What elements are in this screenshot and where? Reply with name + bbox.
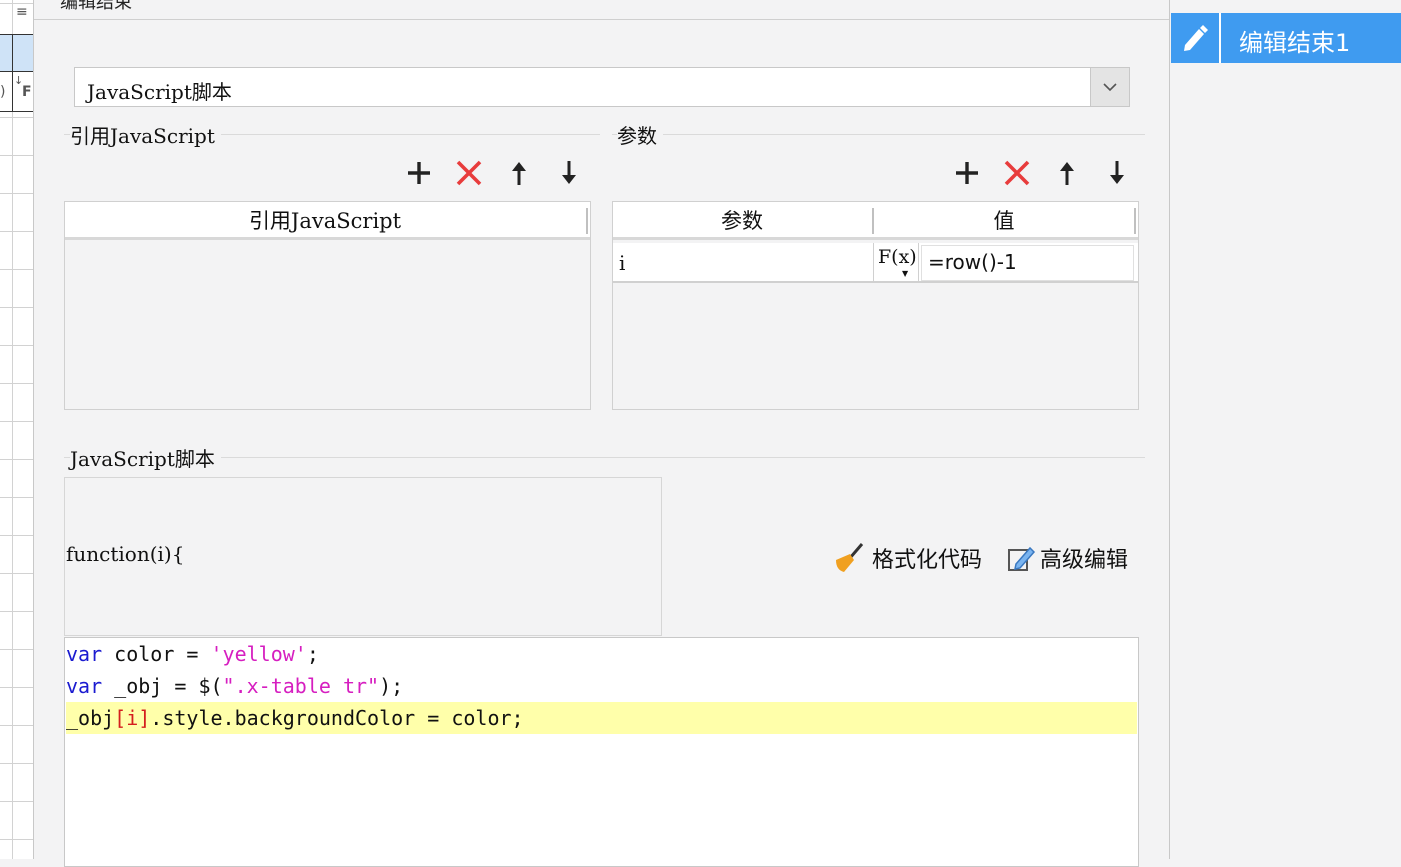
code-token: var — [66, 642, 103, 666]
advanced-edit-label: 高级编辑 — [1040, 548, 1129, 573]
move-down-ref-js-button[interactable] — [552, 156, 586, 190]
event-type-value: JavaScript脚本 — [87, 80, 232, 104]
ref-js-column-header[interactable]: 引用JavaScript — [65, 202, 585, 240]
event-tab-edit-end[interactable]: 编辑结束1 — [1171, 13, 1401, 63]
small-dropdown-icon: ▼ — [902, 269, 909, 278]
menu-lines-icon: ≡ — [16, 4, 28, 20]
delete-param-button[interactable] — [1000, 156, 1034, 190]
delete-ref-js-button[interactable] — [452, 156, 486, 190]
code-line-1[interactable]: var color = 'yellow'; — [66, 638, 1137, 670]
ref-js-table-header: 引用JavaScript — [65, 202, 590, 240]
plus-icon — [408, 162, 430, 184]
section-divider — [64, 457, 1145, 458]
cell-formula-f-icon: F — [22, 84, 32, 100]
plus-icon — [956, 162, 978, 184]
move-up-ref-js-button[interactable] — [502, 156, 536, 190]
chevron-down-icon — [1103, 83, 1117, 92]
delete-x-icon — [456, 160, 482, 186]
dialog-title-bar: 编辑结束 — [34, 0, 1169, 20]
format-code-button[interactable]: 格式化代码 — [832, 542, 992, 574]
column-separator — [586, 208, 588, 234]
grid-line — [12, 34, 13, 112]
param-value-column-header[interactable]: 值 — [875, 202, 1133, 240]
arrow-down-icon — [1110, 161, 1124, 184]
add-param-button[interactable] — [950, 156, 984, 190]
formula-fx-icon: F(x) — [878, 246, 917, 268]
section-divider — [612, 134, 1145, 135]
params-table: 参数 值 i F(x) ▼ =row()-1 — [612, 201, 1139, 410]
ref-js-table: 引用JavaScript — [64, 201, 591, 410]
param-name-cell[interactable]: i — [619, 251, 625, 275]
pencil-icon — [1184, 25, 1208, 51]
move-up-param-button[interactable] — [1050, 156, 1084, 190]
ref-js-section-title: 引用JavaScript — [70, 120, 221, 149]
params-section-title: 参数 — [617, 120, 663, 149]
param-name-column-header[interactable]: 参数 — [613, 202, 871, 240]
code-token: ".x-table tr" — [222, 674, 380, 698]
formula-button[interactable]: F(x) ▼ — [873, 243, 919, 283]
edit-pen-icon — [1008, 546, 1036, 571]
params-table-header: 参数 值 — [613, 202, 1138, 240]
format-code-label: 格式化代码 — [872, 548, 983, 573]
delete-x-icon — [1004, 160, 1030, 186]
event-editor-dialog: 编辑结束 JavaScript脚本 引用JavaScript 引用JavaScr… — [33, 0, 1170, 867]
arrow-up-icon — [1060, 162, 1074, 185]
code-token: 'yellow' — [210, 642, 307, 666]
code-editor[interactable]: var color = 'yellow'; var _obj = $(".x-t… — [64, 637, 1139, 867]
cell-edge-glyph: ) — [0, 84, 6, 100]
event-icon-box — [1171, 13, 1221, 63]
event-type-select[interactable]: JavaScript脚本 — [74, 67, 1130, 107]
function-signature-box: function(i){ — [64, 477, 662, 636]
column-separator — [1134, 208, 1136, 234]
param-value-input[interactable]: =row()-1 — [921, 245, 1134, 281]
code-token: var — [66, 674, 103, 698]
param-value-text: =row()-1 — [928, 250, 1017, 274]
advanced-edit-button[interactable]: 高级编辑 — [1006, 542, 1146, 574]
code-line-2[interactable]: var _obj = $(".x-table tr"); — [66, 670, 1137, 702]
dropdown-button[interactable] — [1090, 68, 1129, 106]
function-signature-text: function(i){ — [66, 542, 185, 566]
arrow-up-icon — [512, 162, 526, 185]
event-list-panel: 编辑结束1 — [1170, 0, 1401, 859]
move-down-param-button[interactable] — [1100, 156, 1134, 190]
arrow-down-icon — [562, 161, 576, 184]
spreadsheet-grid-strip: ≡ ) ↓ F — [0, 0, 33, 859]
column-separator — [872, 208, 874, 234]
add-ref-js-button[interactable] — [402, 156, 436, 190]
code-token: [i] — [114, 706, 151, 730]
table-row[interactable]: i F(x) ▼ =row()-1 — [613, 243, 1138, 283]
event-tab-label: 编辑结束1 — [1239, 29, 1351, 57]
code-line-3[interactable]: _obj[i].style.backgroundColor = color; — [66, 702, 1137, 734]
dialog-title: 编辑结束 — [60, 0, 132, 13]
broom-icon — [836, 543, 864, 572]
selected-column-header — [0, 34, 33, 72]
script-section-title: JavaScript脚本 — [70, 443, 221, 472]
